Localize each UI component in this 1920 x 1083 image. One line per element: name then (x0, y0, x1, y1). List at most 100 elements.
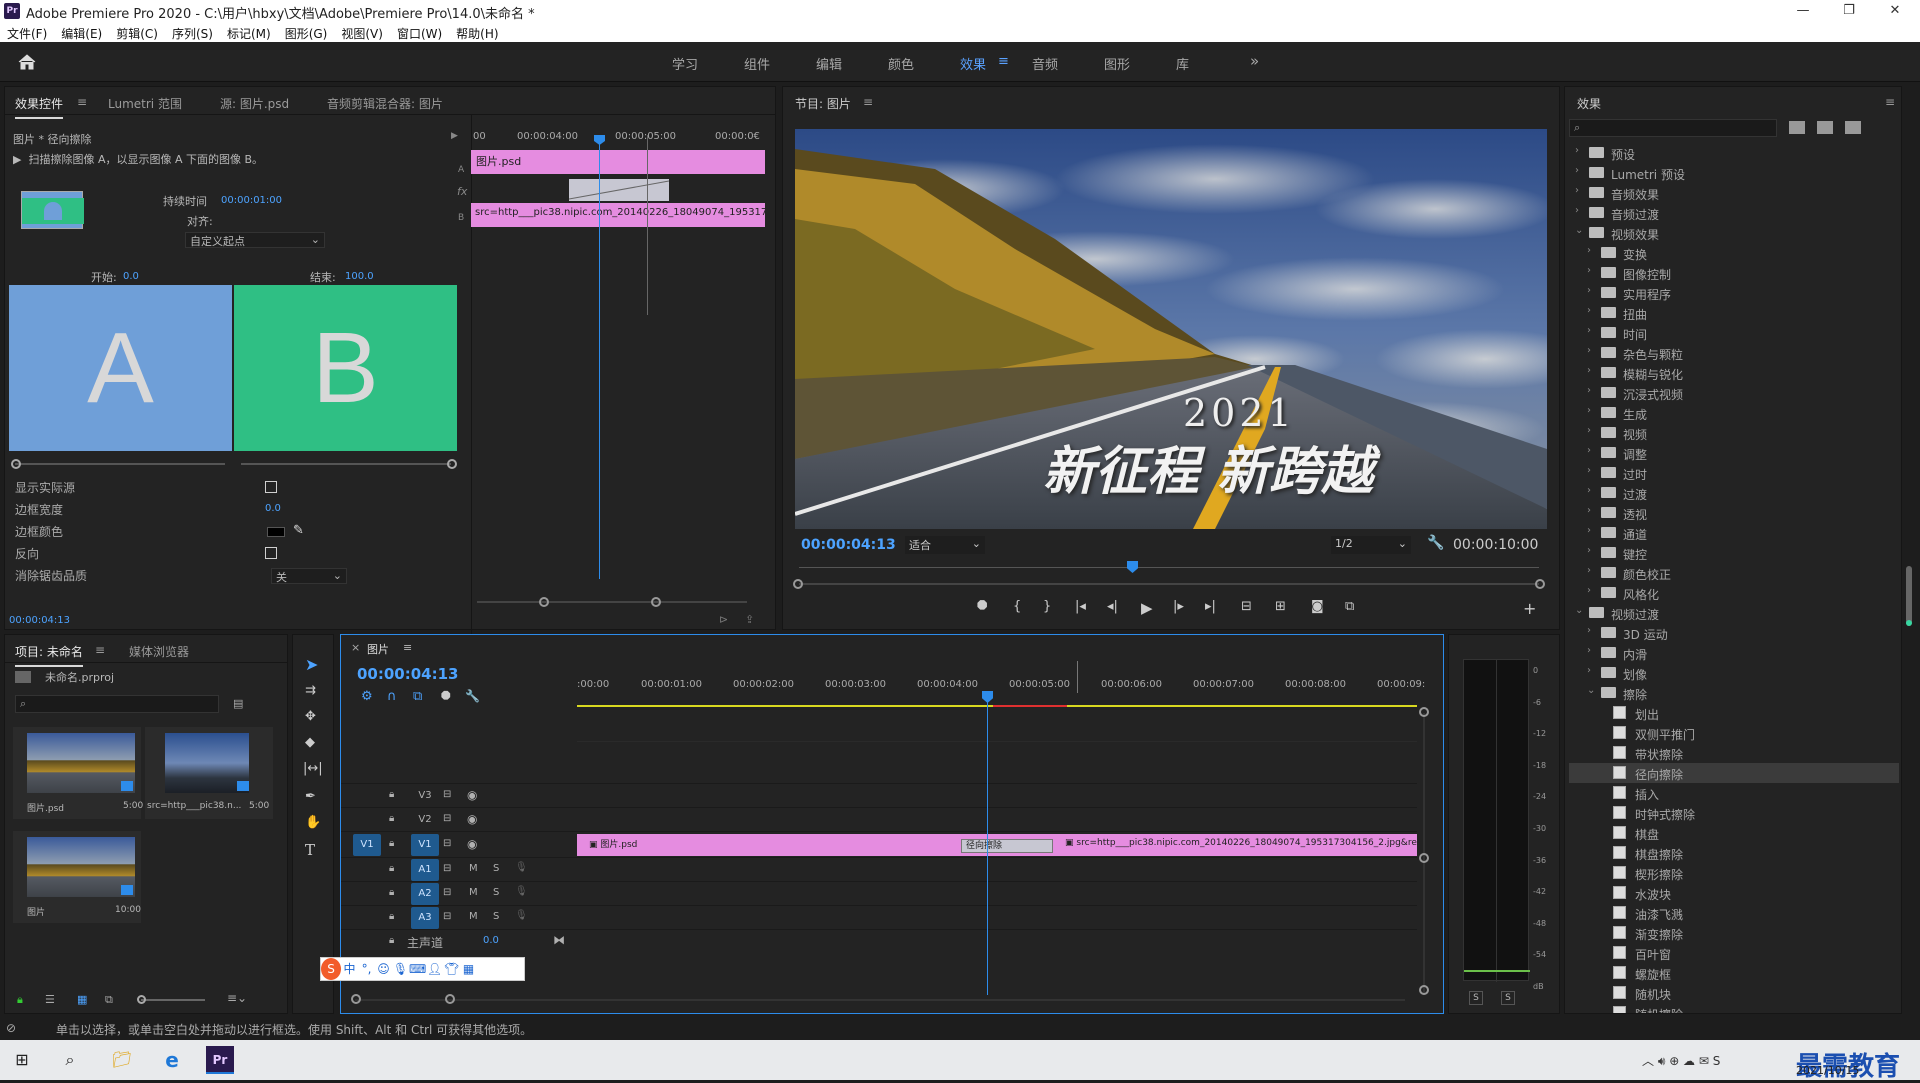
chevron-right-icon[interactable]: › (1587, 485, 1591, 496)
timeline-ruler[interactable]: :00:00 00:00:01:00 00:00:02:00 00:00:03:… (577, 679, 1425, 703)
track-label[interactable]: A3 (411, 907, 439, 929)
effects-tree-item[interactable]: › 3D 运动 (1569, 623, 1899, 643)
effects-tree-item[interactable]: 楔形擦除 (1569, 863, 1899, 883)
clip-src-image[interactable]: ▣ src=http___pic38.nipic.com_20140226_18… (1059, 834, 1417, 856)
play-icon[interactable]: ▶ (1141, 599, 1153, 617)
project-menu-icon[interactable]: ≡ (95, 643, 105, 657)
effects-tree-item[interactable]: › 风格化 (1569, 583, 1899, 603)
start-value[interactable]: 0.0 (123, 271, 139, 282)
source-patch-v1[interactable]: V1 (353, 834, 381, 856)
go-to-in-icon[interactable]: |◂ (1075, 599, 1086, 614)
sync-lock-icon[interactable]: ⊟ (443, 789, 451, 800)
eye-icon[interactable]: ◉ (467, 837, 477, 851)
vscroll-handle-mid[interactable] (1419, 853, 1429, 863)
clip-image-psd[interactable]: ▣ 图片.psd (577, 834, 969, 856)
thumb-zoom-handle[interactable] (137, 995, 146, 1004)
chevron-right-icon[interactable]: › (1587, 305, 1591, 316)
effects-tree-item[interactable]: › 过渡 (1569, 483, 1899, 503)
tray-icons[interactable]: ︿ 🔊︎ ⊕ ☁ ✉ S (1642, 1052, 1720, 1069)
meter-solo-right[interactable]: S (1501, 991, 1515, 1005)
sync-lock-icon[interactable]: ⊟ (443, 813, 451, 824)
preview-b-tile[interactable]: B (234, 285, 457, 451)
chevron-down-icon[interactable]: ⌄ (1587, 685, 1595, 696)
chevron-right-icon[interactable]: › (1587, 665, 1591, 676)
expand-arrow-icon[interactable]: ▶ (13, 153, 28, 166)
add-marker-tl-icon[interactable]: ⯃ (441, 689, 451, 704)
vscroll-handle-top[interactable] (1419, 707, 1429, 717)
effects-tree-item[interactable]: ⌄ 视频效果 (1569, 223, 1899, 243)
scrollbar-a[interactable] (15, 463, 225, 465)
chevron-right-icon[interactable]: › (1587, 645, 1591, 656)
project-item-2[interactable]: src=http___pic38.n... 5:00 (145, 727, 273, 819)
sort-icon[interactable]: ≡⌄ (227, 991, 247, 1005)
chevron-right-icon[interactable]: › (1587, 525, 1591, 536)
lock-track-icon[interactable]: 🔒︎ (389, 813, 394, 824)
hscroll-handle-left[interactable] (351, 994, 361, 1004)
lock-track-icon[interactable]: 🔒︎ (389, 838, 394, 849)
freeform-view-icon[interactable]: ⧉ (105, 993, 113, 1007)
antialias-dropdown[interactable]: 关 ⌄ (271, 568, 347, 584)
ec-clip-b[interactable]: src=http___pic38.nipic.com_20140226_1804… (471, 203, 765, 227)
effects-tree-item[interactable]: › 过时 (1569, 463, 1899, 483)
file-explorer-icon[interactable]: 📁︎ (108, 1046, 136, 1074)
menu-file[interactable]: 文件(F) (0, 22, 54, 42)
effects-tree-item[interactable]: ⌄ 视频过渡 (1569, 603, 1899, 623)
slip-tool-icon[interactable]: |↔| (303, 761, 323, 776)
effects-tree-item[interactable]: › 音频过渡 (1569, 203, 1899, 223)
chevron-right-icon[interactable]: › (1587, 465, 1591, 476)
workspace-audio[interactable]: 音频 (1032, 54, 1058, 73)
mute-button[interactable]: M (469, 887, 478, 898)
transition-thumbnail[interactable] (21, 191, 84, 229)
border-color-swatch[interactable] (267, 527, 285, 537)
effects-tree-item[interactable]: 时钟式擦除 (1569, 803, 1899, 823)
track-label[interactable]: A1 (411, 859, 439, 881)
chevron-right-icon[interactable]: › (1587, 285, 1591, 296)
sequence-tab[interactable]: 图片 (367, 641, 389, 657)
chevron-down-icon[interactable]: ⌄ (1575, 605, 1583, 616)
preview-a-tile[interactable]: A (9, 285, 232, 451)
chevron-right-icon[interactable]: › (1575, 145, 1579, 156)
chevron-right-icon[interactable]: › (1587, 425, 1591, 436)
lock-track-icon[interactable]: 🔒︎ (389, 789, 394, 800)
scrollbar-b[interactable] (241, 463, 451, 465)
menu-window[interactable]: 窗口(W) (390, 22, 449, 42)
mark-out-icon[interactable]: } (1043, 599, 1051, 614)
effects-tree-item[interactable]: › 内滑 (1569, 643, 1899, 663)
ime-user-icon[interactable]: 👤︎ (426, 958, 443, 980)
menu-sequence[interactable]: 序列(S) (165, 22, 220, 42)
effects-tree-item[interactable]: 径向擦除 (1569, 763, 1899, 783)
sync-lock-icon[interactable]: ⊟ (443, 887, 451, 898)
effects-tree-item[interactable]: › 颜色校正 (1569, 563, 1899, 583)
track-label[interactable]: V1 (411, 834, 439, 856)
tab-audio-mixer[interactable]: 音频剪辑混合器: 图片 (327, 95, 443, 112)
workspace-menu-icon[interactable]: ≡ (998, 54, 1009, 69)
chevron-right-icon[interactable]: › (1587, 365, 1591, 376)
hscroll-handle-right[interactable] (445, 994, 455, 1004)
32bit-effects-icon[interactable] (1817, 121, 1833, 134)
border-width-value[interactable]: 0.0 (265, 503, 281, 514)
menu-view[interactable]: 视图(V) (334, 22, 390, 42)
effects-tree-item[interactable]: › 音频效果 (1569, 183, 1899, 203)
chevron-right-icon[interactable]: › (1575, 205, 1579, 216)
ime-chinese-icon[interactable]: 中 (341, 958, 358, 980)
tab-project[interactable]: 项目: 未命名 (15, 643, 83, 667)
extract-icon[interactable]: ⊞ (1275, 599, 1286, 614)
track-label[interactable]: A2 (411, 883, 439, 905)
tab-lumetri-scopes[interactable]: Lumetri 范围 (108, 95, 182, 112)
program-zoom-right[interactable] (1535, 579, 1545, 589)
search-icon[interactable]: ⌕ (56, 1046, 84, 1074)
ripple-edit-tool-icon[interactable]: ✥ (305, 709, 316, 724)
mic-icon[interactable]: 🎙︎ (515, 886, 528, 897)
effects-tree-item[interactable]: 水波块 (1569, 883, 1899, 903)
chevron-right-icon[interactable]: › (1587, 445, 1591, 456)
effects-tree-item[interactable]: › 划像 (1569, 663, 1899, 683)
meter-solo-left[interactable]: S (1469, 991, 1483, 1005)
ime-emoji-icon[interactable]: ☺ (375, 958, 392, 980)
show-actual-source-checkbox[interactable] (265, 481, 277, 493)
ime-voice-icon[interactable]: 🎙︎ (392, 958, 409, 980)
workspace-effects[interactable]: 效果 (960, 54, 986, 73)
ec-expand-icon[interactable]: ▶ (451, 131, 458, 141)
vscroll-handle-bottom[interactable] (1419, 985, 1429, 995)
chevron-right-icon[interactable]: › (1587, 565, 1591, 576)
lock-track-icon[interactable]: 🔒︎ (389, 911, 394, 922)
